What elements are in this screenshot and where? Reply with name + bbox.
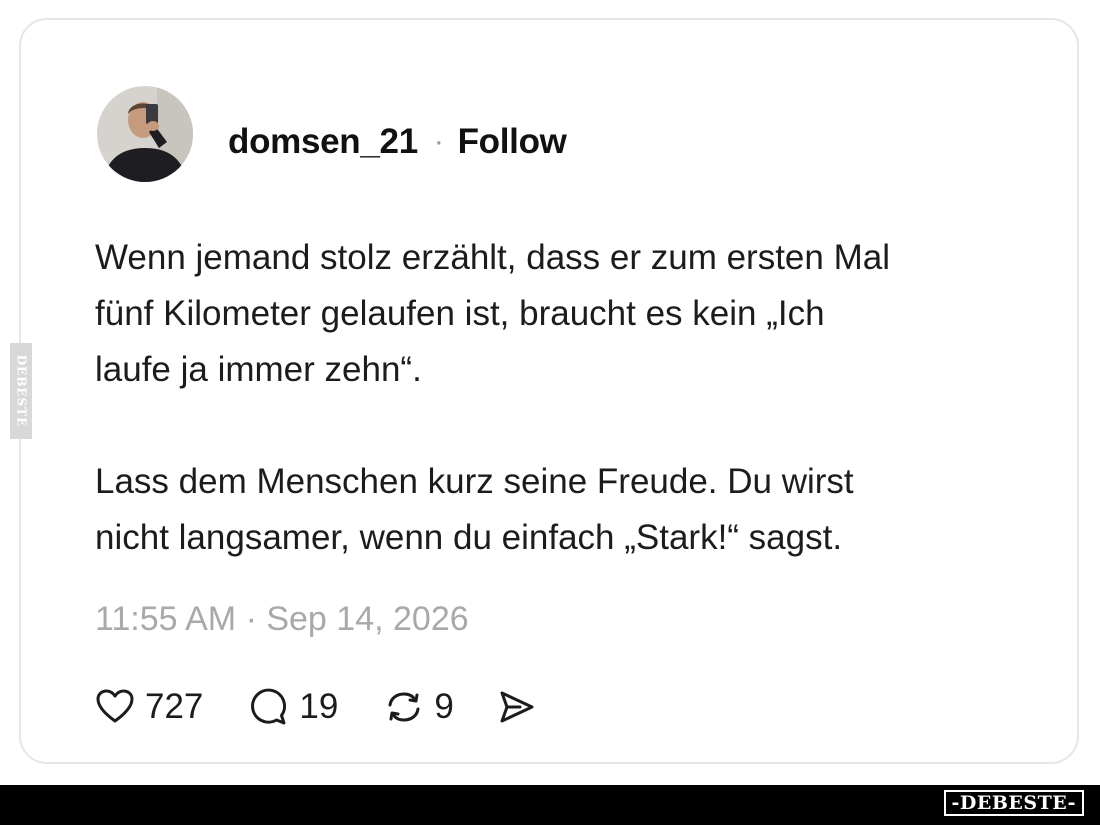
action-bar: 727 19 9 (93, 682, 538, 732)
reply-count: 19 (299, 687, 339, 726)
avatar[interactable] (97, 86, 193, 182)
post-timestamp[interactable]: 11:55 AM · Sep 14, 2026 (95, 600, 469, 639)
side-watermark: DEBESTE (10, 343, 32, 439)
post-paragraph-2: Lass dem Menschen kurz seine Freude. Du … (95, 462, 854, 557)
share-button[interactable] (494, 685, 538, 729)
post-paragraph-1: Wenn jemand stolz erzählt, dass er zum e… (95, 238, 890, 389)
post-header: domsen_21 · Follow (228, 120, 567, 164)
header-separator: · (433, 125, 444, 158)
username[interactable]: domsen_21 (228, 122, 418, 162)
heart-icon (93, 685, 137, 729)
speech-bubble-icon (247, 685, 291, 729)
footer-bar: -DEBESTE- (0, 785, 1100, 825)
repost-count: 9 (434, 687, 454, 726)
post-body: Wenn jemand stolz erzählt, dass er zum e… (95, 230, 1055, 566)
send-icon (494, 685, 538, 729)
reply-button[interactable]: 19 (247, 685, 338, 729)
side-watermark-text: DEBESTE (14, 354, 28, 428)
repost-arrows-icon (382, 685, 426, 729)
post-card: domsen_21 · Follow Wenn jemand stolz erz… (19, 18, 1079, 764)
like-button[interactable]: 727 (93, 685, 203, 729)
like-count: 727 (145, 687, 204, 726)
follow-button[interactable]: Follow (458, 122, 567, 162)
repost-button[interactable]: 9 (382, 685, 454, 729)
footer-watermark: -DEBESTE- (943, 790, 1084, 816)
